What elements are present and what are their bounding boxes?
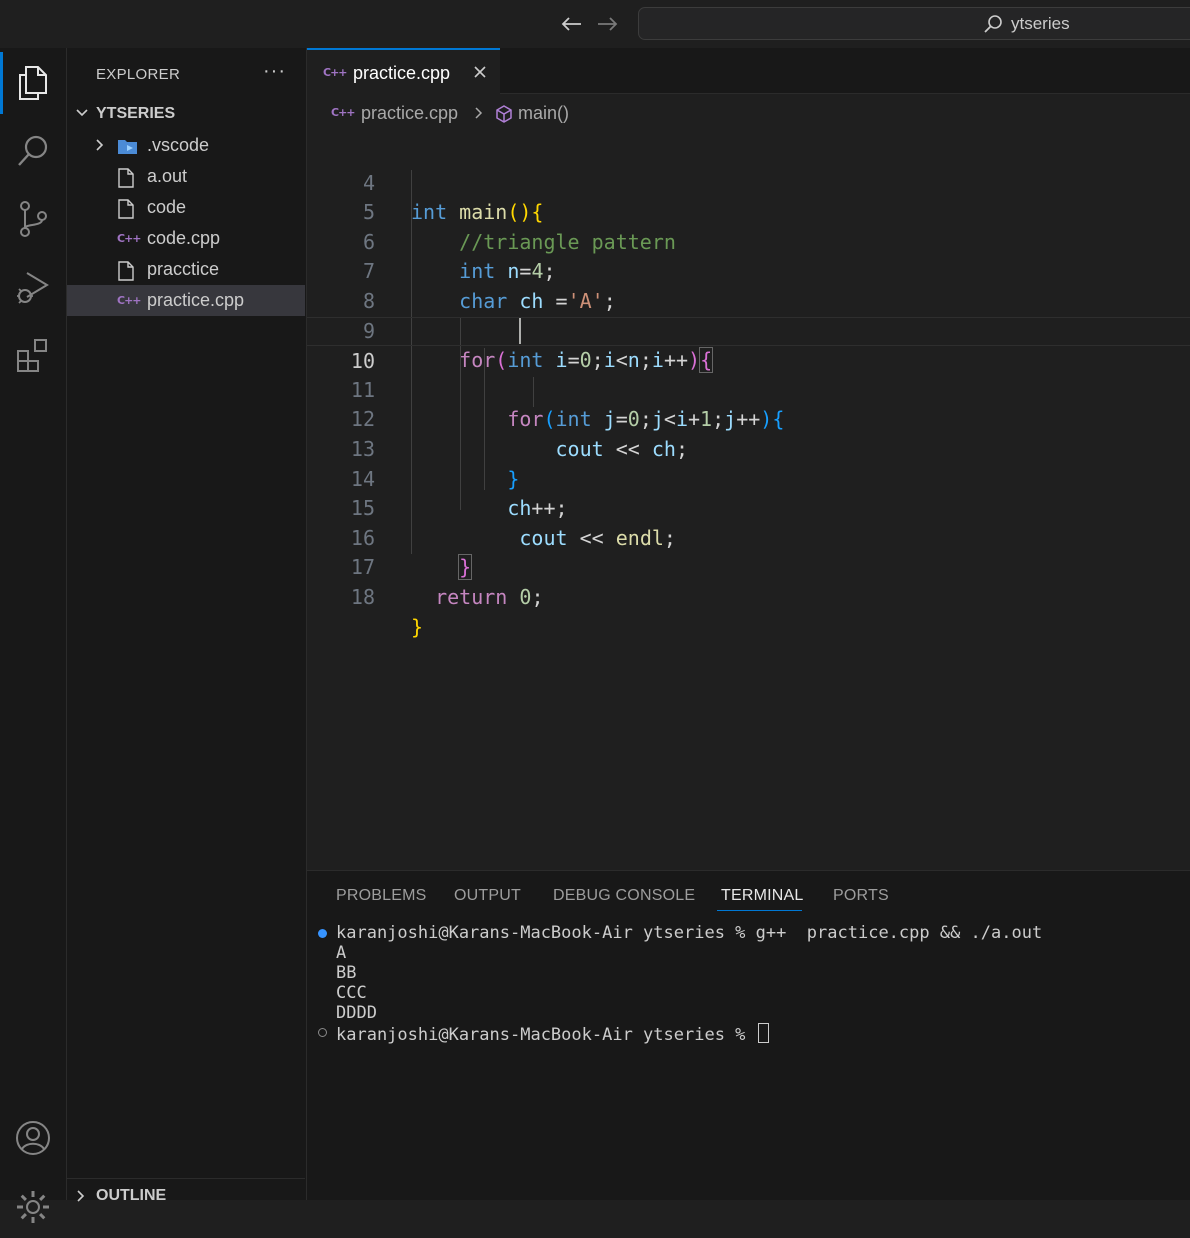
code-line: 11 for(int j=0;j<i+1;j++){: [307, 346, 1190, 432]
file-icon: [117, 199, 137, 219]
chevron-down-icon: [75, 106, 89, 125]
tab-ports[interactable]: PORTS: [833, 887, 889, 905]
tree-item-label: code: [147, 197, 187, 217]
code-line: 9 for(int i=0;i<n;i++){: [307, 287, 1190, 374]
chevron-right-icon: [94, 138, 106, 157]
search-icon[interactable]: [0, 120, 66, 182]
code-line: 4 int main(){: [307, 139, 1190, 225]
terminal-output-line: DDDD: [336, 1003, 377, 1023]
outline-section[interactable]: OUTLINE: [67, 1178, 305, 1209]
active-tab-indicator: [717, 910, 802, 911]
terminal-output-line: A: [336, 943, 347, 963]
command-success-icon: [318, 929, 327, 938]
text-cursor: [519, 318, 521, 344]
explorer-title: EXPLORER: [96, 66, 181, 83]
terminal-command: karanjoshi@Karans-MacBook-Air ytseries %…: [336, 923, 1043, 943]
tree-item-pracctice[interactable]: pracctice: [67, 254, 305, 285]
workspace-folder-label: YTSERIES: [96, 105, 176, 122]
chevron-right-icon: [474, 106, 484, 125]
explorer-icon[interactable]: [0, 52, 66, 114]
arrow-right-icon[interactable]: [596, 12, 620, 36]
file-icon: [117, 261, 137, 281]
terminal-prompt: karanjoshi@Karans-MacBook-Air ytseries %: [336, 1025, 756, 1045]
code-line: 16 }: [307, 494, 1190, 581]
activity-bar: [0, 48, 67, 1223]
outline-label: OUTLINE: [96, 1187, 167, 1204]
editor-area: C++ practice.cpp C++ practice.cpp main()…: [307, 48, 1190, 870]
explorer-sidebar: EXPLORER ··· YTSERIES .vscode a.out code…: [67, 48, 307, 1204]
command-pending-icon: [318, 1028, 327, 1037]
cpp-file-icon: C++: [323, 66, 347, 79]
code-editor[interactable]: 4 int main(){ 5 //triangle pattern 6 int…: [307, 130, 1190, 830]
editor-tabs: C++ practice.cpp: [307, 48, 1190, 94]
account-icon[interactable]: [0, 1107, 66, 1169]
more-actions-icon[interactable]: ···: [263, 60, 286, 83]
tree-item-label: pracctice: [147, 259, 220, 279]
title-bar: ytseries: [0, 0, 1190, 48]
cpp-file-icon: C++: [331, 106, 355, 119]
tree-item-label: code.cpp: [147, 228, 221, 248]
code-line: 5 //triangle pattern: [307, 169, 1190, 254]
code-line: 17 return 0;: [307, 524, 1190, 609]
search-icon: [983, 14, 1003, 39]
cpp-file-icon: C++: [117, 232, 142, 245]
tab-output[interactable]: OUTPUT: [454, 887, 521, 905]
tree-item-practice-cpp[interactable]: C++ practice.cpp: [67, 285, 305, 316]
tab-label: practice.cpp: [353, 63, 451, 83]
symbol-method-icon: [494, 104, 514, 129]
terminal-prompt-line: karanjoshi@Karans-MacBook-Air ytseries %: [336, 1023, 769, 1045]
tree-item-label: practice.cpp: [147, 290, 245, 310]
tab-debug-console[interactable]: DEBUG CONSOLE: [553, 887, 695, 905]
tree-item-code-cpp[interactable]: C++ code.cpp: [67, 223, 305, 254]
code-line: 18 }: [307, 553, 1190, 639]
tree-item-aout[interactable]: a.out: [67, 161, 305, 192]
terminal-output-line: BB: [336, 963, 357, 983]
code-line: 15 cout << endl;: [307, 465, 1190, 550]
arrow-left-icon[interactable]: [559, 12, 583, 36]
tree-item-code[interactable]: code: [67, 192, 305, 223]
tab-problems[interactable]: PROBLEMS: [336, 887, 427, 905]
file-icon: [117, 168, 137, 188]
code-line: 14 ch++;: [307, 435, 1190, 521]
extensions-icon[interactable]: [0, 324, 66, 386]
source-control-icon[interactable]: [0, 188, 66, 250]
line-number: 18: [350, 584, 375, 609]
tree-item-label: .vscode: [147, 135, 210, 155]
breadcrumb-symbol[interactable]: main(): [518, 103, 569, 124]
tree-item-label: a.out: [147, 166, 188, 186]
cpp-file-icon: C++: [117, 294, 142, 307]
run-debug-icon[interactable]: [0, 256, 66, 318]
code-line-current: 10: [307, 316, 1190, 373]
terminal-output-line: CCC: [336, 983, 367, 1003]
search-label: ytseries: [1011, 14, 1070, 33]
tree-item-vscode[interactable]: .vscode: [67, 130, 305, 161]
code-line: 8: [307, 257, 1190, 313]
code-line: 7 char ch ='A';: [307, 228, 1190, 313]
code-line: 12 cout << ch;: [307, 376, 1190, 461]
tab-practice-cpp[interactable]: C++ practice.cpp: [307, 48, 500, 94]
command-center-search[interactable]: ytseries: [638, 7, 1190, 40]
workspace-folder[interactable]: YTSERIES: [67, 102, 305, 128]
tab-terminal[interactable]: TERMINAL: [721, 887, 804, 905]
close-icon[interactable]: [472, 64, 488, 85]
code-line: 13 }: [307, 405, 1190, 491]
bottom-panel: PROBLEMS OUTPUT DEBUG CONSOLE TERMINAL P…: [307, 870, 1190, 1200]
chevron-right-icon: [75, 1189, 87, 1208]
breadcrumb: C++ practice.cpp main(): [307, 94, 1190, 130]
vscode-folder-icon: [117, 137, 137, 155]
terminal-cursor: [757, 1023, 769, 1043]
settings-gear-icon[interactable]: [0, 1176, 66, 1238]
breadcrumb-file[interactable]: practice.cpp: [361, 103, 458, 124]
code-line: 6 int n=4;: [307, 198, 1190, 284]
